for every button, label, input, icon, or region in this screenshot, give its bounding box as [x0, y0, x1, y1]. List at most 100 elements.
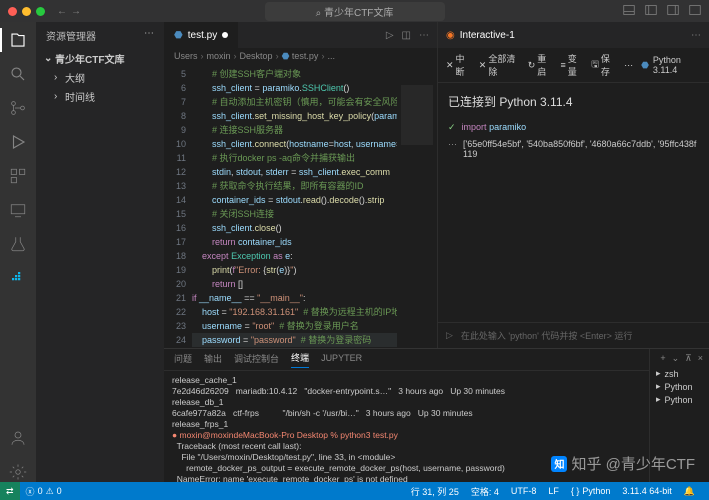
maximize-window[interactable]: [36, 7, 45, 16]
extensions-icon[interactable]: [8, 166, 28, 186]
terminal-icon: ▸: [656, 368, 661, 379]
cursor-position[interactable]: 行 31, 列 25: [405, 485, 465, 498]
terminal-icon: ▸: [656, 381, 661, 392]
panel-tab-JUPYTER[interactable]: JUPYTER: [321, 353, 362, 366]
sidebar-title: 资源管理器: [46, 28, 96, 43]
python-file-icon: ⬣: [174, 30, 183, 41]
code-body[interactable]: # 创建SSH客户端对象 ssh_client = paramiko.SSHCl…: [192, 65, 397, 348]
account-icon[interactable]: [8, 428, 28, 448]
chevron-down-icon[interactable]: ⌄: [672, 353, 680, 364]
clear-button[interactable]: ✕ 全部清除: [479, 52, 520, 78]
source-control-icon[interactable]: [8, 98, 28, 118]
run-cell-icon[interactable]: ▷: [446, 330, 453, 341]
remote-icon: ⇄: [6, 486, 14, 497]
python-icon: ⬣: [641, 60, 649, 71]
layout-panel-icon[interactable]: [623, 4, 635, 19]
check-icon: ✓: [448, 122, 456, 133]
eol-status[interactable]: LF: [542, 485, 565, 498]
kernel-status[interactable]: ⬣Python 3.11.4: [641, 55, 701, 75]
more-icon[interactable]: ⋯: [691, 30, 701, 41]
jupyter-icon: ◉: [446, 30, 455, 41]
new-terminal-icon[interactable]: +: [660, 353, 665, 364]
sidebar: 资源管理器 ⋯ ⌄青少年CTF文库 ›大纲 ›时间线: [36, 22, 164, 482]
interactive-tab[interactable]: ◉ Interactive-1 ⋯: [438, 22, 709, 48]
close-panel-icon[interactable]: ×: [698, 353, 703, 364]
encoding-status[interactable]: UTF-8: [505, 485, 543, 498]
interactive-title: 已连接到 Python 3.11.4: [448, 93, 699, 110]
close-window[interactable]: [8, 7, 17, 16]
maximize-panel-icon[interactable]: ⊼: [685, 353, 692, 364]
terminal-instance[interactable]: ▸Python: [656, 381, 703, 392]
interactive-panel: ◉ Interactive-1 ⋯ ✕ 中断 ✕ 全部清除 ↻ 重启 ≡ 变量 …: [437, 22, 709, 348]
settings-gear-icon[interactable]: [8, 462, 28, 482]
docker-icon[interactable]: [8, 268, 28, 288]
panel: 问题输出调试控制台终端 JUPYTER release_cache_17e2d46…: [164, 348, 709, 482]
save-button[interactable]: 🖫 保存: [591, 52, 616, 78]
restart-button[interactable]: ↻ 重启: [528, 52, 553, 78]
nav-arrows: ← →: [57, 6, 81, 17]
terminal-sidebar: + ⌄ ⊼ × ▸zsh ▸Python ▸Python: [649, 349, 709, 482]
modified-indicator: [222, 32, 228, 38]
minimize-window[interactable]: [22, 7, 31, 16]
interrupt-button[interactable]: ✕ 中断: [446, 52, 471, 78]
chevron-down-icon: ⌄: [44, 53, 52, 64]
minimap[interactable]: [397, 65, 437, 348]
layout-right-icon[interactable]: [667, 4, 679, 19]
more-icon[interactable]: ⋯: [144, 28, 154, 43]
section-label: 大纲: [65, 70, 85, 85]
testing-icon[interactable]: [8, 234, 28, 254]
input-placeholder: 在此处输入 'python' 代码并按 <Enter> 运行: [461, 329, 632, 342]
terminal-instance[interactable]: ▸Python: [656, 394, 703, 405]
nav-forward-icon[interactable]: →: [71, 6, 81, 17]
interactive-toolbar: ✕ 中断 ✕ 全部清除 ↻ 重启 ≡ 变量 🖫 保存 ⋯ ⬣Python 3.1…: [438, 48, 709, 83]
statusbar: ⇄ ⓧ 0 ⚠ 0 行 31, 列 25 空格: 4 UTF-8 LF { } …: [0, 482, 709, 500]
layout-sidebar-icon[interactable]: [645, 4, 657, 19]
more-icon[interactable]: ⋯: [624, 60, 633, 71]
search-activity-icon[interactable]: [8, 64, 28, 84]
chevron-right-icon: ›: [54, 72, 62, 83]
more-actions-icon[interactable]: ⋯: [419, 30, 429, 41]
workspace-name: 青少年CTF文库: [55, 51, 124, 66]
indentation-status[interactable]: 空格: 4: [465, 485, 505, 498]
panel-tab-输出[interactable]: 输出: [204, 352, 222, 368]
panel-tab-问题[interactable]: 问题: [174, 352, 192, 368]
search-text: 青少年CTF文库: [324, 8, 393, 19]
interpreter-status[interactable]: 3.11.4 64-bit: [616, 485, 677, 498]
panel-tabs: 问题输出调试控制台终端 JUPYTER: [164, 349, 649, 371]
titlebar: ← → ⌕ 青少年CTF文库: [0, 0, 709, 22]
interactive-output: ⋯ ['65e0ff54e5bf', '540ba850f6bf', '4680…: [448, 139, 699, 159]
window-controls: [8, 7, 45, 16]
language-status[interactable]: { } Python: [565, 485, 617, 498]
notifications-icon[interactable]: 🔔: [678, 485, 701, 498]
sidebar-header: 资源管理器 ⋯: [36, 22, 164, 49]
panel-tab-终端[interactable]: 终端: [291, 351, 309, 368]
command-center[interactable]: ⌕ 青少年CTF文库: [265, 2, 445, 21]
terminal[interactable]: release_cache_17e2d46d26209 mariadb:10.4…: [164, 371, 649, 482]
activity-bar: [0, 22, 36, 482]
tab-testpy[interactable]: ⬣ test.py: [164, 22, 239, 48]
terminal-instance[interactable]: ▸zsh: [656, 368, 703, 379]
variables-button[interactable]: ≡ 变量: [560, 52, 583, 78]
split-editor-icon[interactable]: ◫: [402, 30, 411, 41]
sidebar-section-outline[interactable]: ›大纲: [36, 68, 164, 87]
remote-indicator[interactable]: ⇄: [0, 482, 20, 500]
interactive-tab-label: Interactive-1: [460, 30, 515, 41]
panel-tab-调试控制台[interactable]: 调试控制台: [234, 352, 279, 368]
explorer-icon[interactable]: [8, 30, 28, 50]
remote-explorer-icon[interactable]: [8, 200, 28, 220]
interactive-input[interactable]: ▷ 在此处输入 'python' 代码并按 <Enter> 运行: [438, 322, 709, 348]
editor-tabs: ⬣ test.py ▷ ◫ ⋯: [164, 22, 437, 48]
nav-back-icon[interactable]: ←: [57, 6, 67, 17]
tab-label: test.py: [188, 30, 217, 41]
interactive-cell[interactable]: ✓ import paramiko: [448, 122, 699, 133]
editor[interactable]: 5678910111213141516171819202122232425262…: [164, 65, 437, 348]
section-label: 时间线: [65, 89, 95, 104]
run-debug-icon[interactable]: [8, 132, 28, 152]
workspace-root[interactable]: ⌄青少年CTF文库: [36, 49, 164, 68]
sidebar-section-timeline[interactable]: ›时间线: [36, 87, 164, 106]
layout-customize-icon[interactable]: [689, 4, 701, 19]
terminal-icon: ▸: [656, 394, 661, 405]
breadcrumbs[interactable]: Users›moxin›Desktop›⬣ test.py›...: [164, 48, 437, 65]
run-icon[interactable]: ▷: [386, 30, 394, 41]
problems-status[interactable]: ⓧ 0 ⚠ 0: [20, 485, 68, 498]
